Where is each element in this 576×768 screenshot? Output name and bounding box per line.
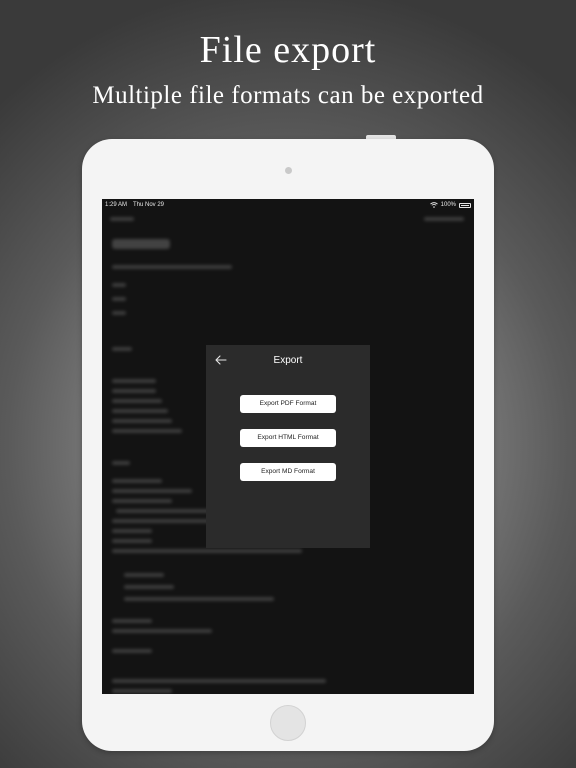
blurred-toolbar-icons: [424, 217, 464, 221]
blurred-text-line: [112, 461, 130, 465]
blurred-text-line: [112, 311, 126, 315]
status-indicators: 100%: [429, 199, 471, 211]
tablet-device-frame: 1:29 AM Thu Nov 29 100% Export Export PD…: [82, 139, 494, 751]
blurred-text-line: [112, 489, 192, 493]
blurred-text-line: [116, 509, 216, 513]
blurred-text-line: [124, 597, 274, 601]
blurred-text-line: [124, 573, 164, 577]
blurred-text-line: [112, 297, 126, 301]
blurred-text-line: [112, 379, 156, 383]
blurred-text-line: [112, 629, 212, 633]
blurred-text-line: [112, 409, 168, 413]
blurred-text-line: [112, 265, 232, 269]
page-subheadline: Multiple file formats can be exported: [92, 82, 484, 109]
blurred-text-line: [112, 347, 132, 351]
blurred-text-line: [112, 679, 326, 683]
blurred-text-line: [112, 479, 162, 483]
blurred-text-line: [112, 499, 172, 503]
status-time: 1:29 AM: [105, 202, 128, 208]
blurred-text-line: [124, 585, 174, 589]
home-button[interactable]: [270, 705, 306, 741]
blurred-text-line: [112, 399, 162, 403]
front-camera: [285, 167, 292, 174]
blurred-document-title: [112, 239, 170, 249]
export-dialog: Export Export PDF Format Export HTML For…: [206, 345, 370, 548]
blurred-text-line: [112, 539, 152, 543]
blurred-text-line: [112, 429, 182, 433]
export-pdf-button[interactable]: Export PDF Format: [240, 395, 336, 413]
wifi-icon: [429, 202, 438, 208]
status-date: Thu Nov 29: [133, 202, 165, 208]
blurred-back-nav: [110, 217, 134, 221]
status-bar: 1:29 AM Thu Nov 29 100%: [102, 199, 474, 211]
blurred-text-line: [112, 389, 156, 393]
blurred-text-line: [112, 419, 172, 423]
battery-percent: 100%: [440, 202, 456, 208]
blurred-text-line: [112, 649, 152, 653]
dialog-title: Export: [273, 355, 303, 366]
app-screen: 1:29 AM Thu Nov 29 100% Export Export PD…: [102, 199, 474, 694]
blurred-text-line: [112, 283, 126, 287]
blurred-text-line: [112, 689, 172, 693]
blurred-text-line: [112, 549, 302, 553]
export-html-button[interactable]: Export HTML Format: [240, 429, 336, 447]
blurred-text-line: [112, 619, 152, 623]
battery-icon: [459, 202, 471, 208]
page-headline: File export: [199, 29, 377, 71]
blurred-text-line: [112, 529, 152, 533]
export-md-button[interactable]: Export MD Format: [240, 463, 336, 481]
